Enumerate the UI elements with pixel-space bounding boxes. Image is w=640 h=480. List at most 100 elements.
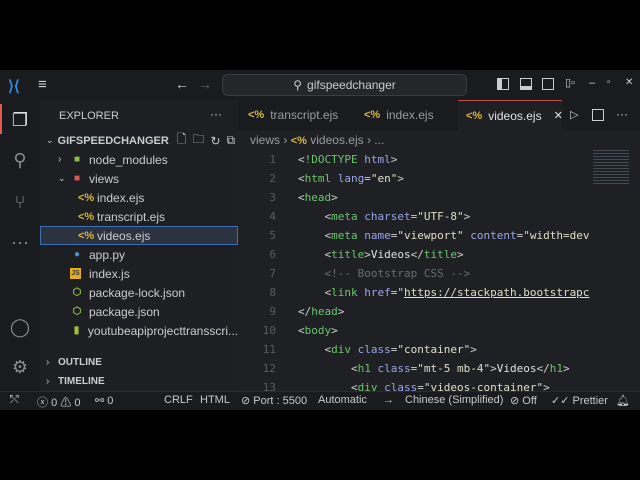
code-token: >	[464, 210, 471, 223]
explorer-icon[interactable]: ❐	[8, 108, 32, 132]
toggle-secondary-sidebar-icon[interactable]	[542, 78, 554, 90]
tree-item-transcript-ejs[interactable]: <% transcript.ejs	[40, 207, 238, 226]
tab-videos-ejs[interactable]: <% videos.ejs ✕	[458, 100, 562, 130]
outline-label: OUTLINE	[58, 357, 102, 368]
breadcrumb-folder[interactable]: views	[250, 133, 280, 147]
code-token: h1	[550, 362, 563, 375]
code-token: html	[358, 153, 391, 166]
timeline-section[interactable]: › TIMELINE	[40, 372, 238, 391]
code-line: 4 <meta charset="UTF-8">	[238, 207, 598, 226]
refresh-icon[interactable]: ↻	[210, 134, 220, 148]
line-number: 11	[238, 340, 276, 359]
outline-section[interactable]: › OUTLINE	[40, 353, 238, 372]
code-token: meta	[331, 229, 358, 242]
command-center-search[interactable]: ⚲ gifspeedchanger	[222, 74, 467, 96]
back-arrow-icon[interactable]: ←	[175, 76, 189, 92]
source-control-icon[interactable]: ⑂	[8, 190, 32, 214]
code-token: "UTF-8"	[417, 210, 463, 223]
run-icon[interactable]: ▷	[570, 108, 578, 121]
remote-icon[interactable]: ⤲	[10, 394, 19, 407]
off-label: Off	[522, 395, 536, 407]
vscode-logo-icon: ⟩⟨	[8, 77, 20, 95]
tree-item-index-js[interactable]: JS index.js	[40, 264, 238, 283]
explorer-sidebar: EXPLORER ··· ⌄ GIFSPEEDCHANGER 🗋 🗀 ↻ ⧉ ›…	[40, 100, 238, 391]
python-icon: ●	[70, 249, 84, 260]
settings-gear-icon[interactable]: ⚙	[8, 355, 32, 379]
more-icon[interactable]: ···	[8, 230, 32, 254]
account-icon[interactable]: ◯	[8, 315, 32, 339]
menu-icon[interactable]: ≡	[38, 76, 47, 93]
code-token: </	[536, 362, 549, 375]
tree-item-package-lock[interactable]: ⬡ package-lock.json	[40, 283, 238, 302]
code-token: content	[464, 229, 517, 242]
code-token: >	[490, 362, 497, 375]
toggle-panel-icon[interactable]	[520, 78, 532, 90]
project-header[interactable]: ⌄ GIFSPEEDCHANGER 🗋 🗀 ↻ ⧉	[40, 131, 238, 150]
nodejs-icon: ⬡	[70, 287, 84, 298]
copilot-off[interactable]: ⊘ Off	[510, 394, 537, 407]
code-token: <	[298, 229, 331, 242]
maximize-icon[interactable]: ▫	[607, 77, 611, 88]
tree-item-package-json[interactable]: ⬡ package.json	[40, 302, 238, 321]
chevron-right-icon: ›	[58, 154, 70, 165]
title-bar: ⟩⟨ ≡ ← → ⚲ gifspeedchanger ▯▫ – ▫ ✕	[0, 70, 640, 100]
eol-indicator[interactable]: CRLF	[164, 394, 193, 406]
code-token: <	[298, 172, 305, 185]
ports-indicator[interactable]: ⚯ 0	[95, 394, 113, 407]
minimize-icon[interactable]: –	[589, 77, 595, 89]
new-file-icon[interactable]: 🗋	[177, 130, 187, 151]
code-line: 11 <div class="container">	[238, 340, 598, 359]
item-label: youtubeapiprojecttransscri...	[88, 324, 238, 338]
line-number: 1	[238, 150, 276, 169]
ejs-icon: <%	[291, 135, 307, 147]
tree-item-app-py[interactable]: ● app.py	[40, 245, 238, 264]
project-name: GIFSPEEDCHANGER	[58, 135, 169, 147]
tab-transcript-ejs[interactable]: <% transcript.ejs	[248, 100, 338, 130]
more-actions-icon[interactable]: ···	[616, 107, 628, 121]
code-token: "container"	[397, 343, 470, 356]
item-label: package.json	[89, 305, 160, 319]
code-token: meta	[331, 210, 358, 223]
error-count: 0	[51, 397, 57, 409]
language-mode[interactable]: HTML	[200, 394, 230, 406]
locale-indicator[interactable]: Chinese (Simplified)	[405, 394, 503, 406]
code-token: charset	[358, 210, 411, 223]
ejs-icon: <%	[466, 110, 482, 122]
code-token: link	[331, 286, 358, 299]
customize-layout-icon[interactable]: ▯▫	[565, 76, 575, 89]
nodejs-icon: ⬡	[70, 306, 84, 317]
tree-item-node-modules[interactable]: › ■ node_modules	[40, 150, 238, 169]
collapse-all-icon[interactable]: ⧉	[227, 133, 236, 148]
auto-indicator[interactable]: Automatic	[318, 394, 367, 406]
toggle-sidebar-icon[interactable]	[497, 78, 509, 90]
close-tab-icon[interactable]: ✕	[554, 109, 563, 122]
problems-indicator[interactable]: ⓧ 0 ⚠ 0	[37, 394, 80, 410]
forward-arrow-icon[interactable]: →	[198, 76, 212, 92]
tree-item-index-ejs[interactable]: <% index.ejs	[40, 188, 238, 207]
minimap[interactable]	[593, 148, 629, 184]
code-line: 1<!DOCTYPE html>	[238, 150, 598, 169]
tree-item-videos-ejs[interactable]: <% videos.ejs	[40, 226, 238, 245]
explorer-more-button[interactable]: ···	[210, 107, 222, 121]
tree-item-youtube-file[interactable]: ▮ youtubeapiprojecttransscri...	[40, 321, 238, 340]
new-folder-icon[interactable]: 🗀	[192, 130, 204, 151]
code-token: <	[298, 343, 331, 356]
split-editor-icon[interactable]	[592, 109, 604, 121]
live-server-port[interactable]: ⊘ Port : 5500	[241, 394, 307, 407]
status-bar: ⤲ ⓧ 0 ⚠ 0 ⚯ 0 CRLF HTML ⊘ Port : 5500 Au…	[0, 391, 640, 410]
code-token: class	[371, 362, 411, 375]
tree-item-views[interactable]: ⌄ ■ views	[40, 169, 238, 188]
tab-label: index.ejs	[386, 108, 433, 122]
ejs-icon: <%	[78, 211, 92, 223]
breadcrumb-file[interactable]: videos.ejs	[310, 133, 363, 147]
code-token: href	[358, 286, 391, 299]
vscode-window: ⟩⟨ ≡ ← → ⚲ gifspeedchanger ▯▫ – ▫ ✕ ❐ ⚲ …	[0, 70, 640, 410]
line-number: 7	[238, 264, 276, 283]
tab-index-ejs[interactable]: <% index.ejs	[364, 100, 434, 130]
breadcrumb-more[interactable]: ...	[374, 133, 384, 147]
prettier-indicator[interactable]: ✓✓ Prettier	[551, 394, 608, 407]
item-label: videos.ejs	[97, 229, 150, 243]
notifications-bell-icon[interactable]: 🔔︎	[616, 394, 630, 407]
close-window-icon[interactable]: ✕	[625, 77, 633, 88]
search-icon[interactable]: ⚲	[8, 148, 32, 172]
